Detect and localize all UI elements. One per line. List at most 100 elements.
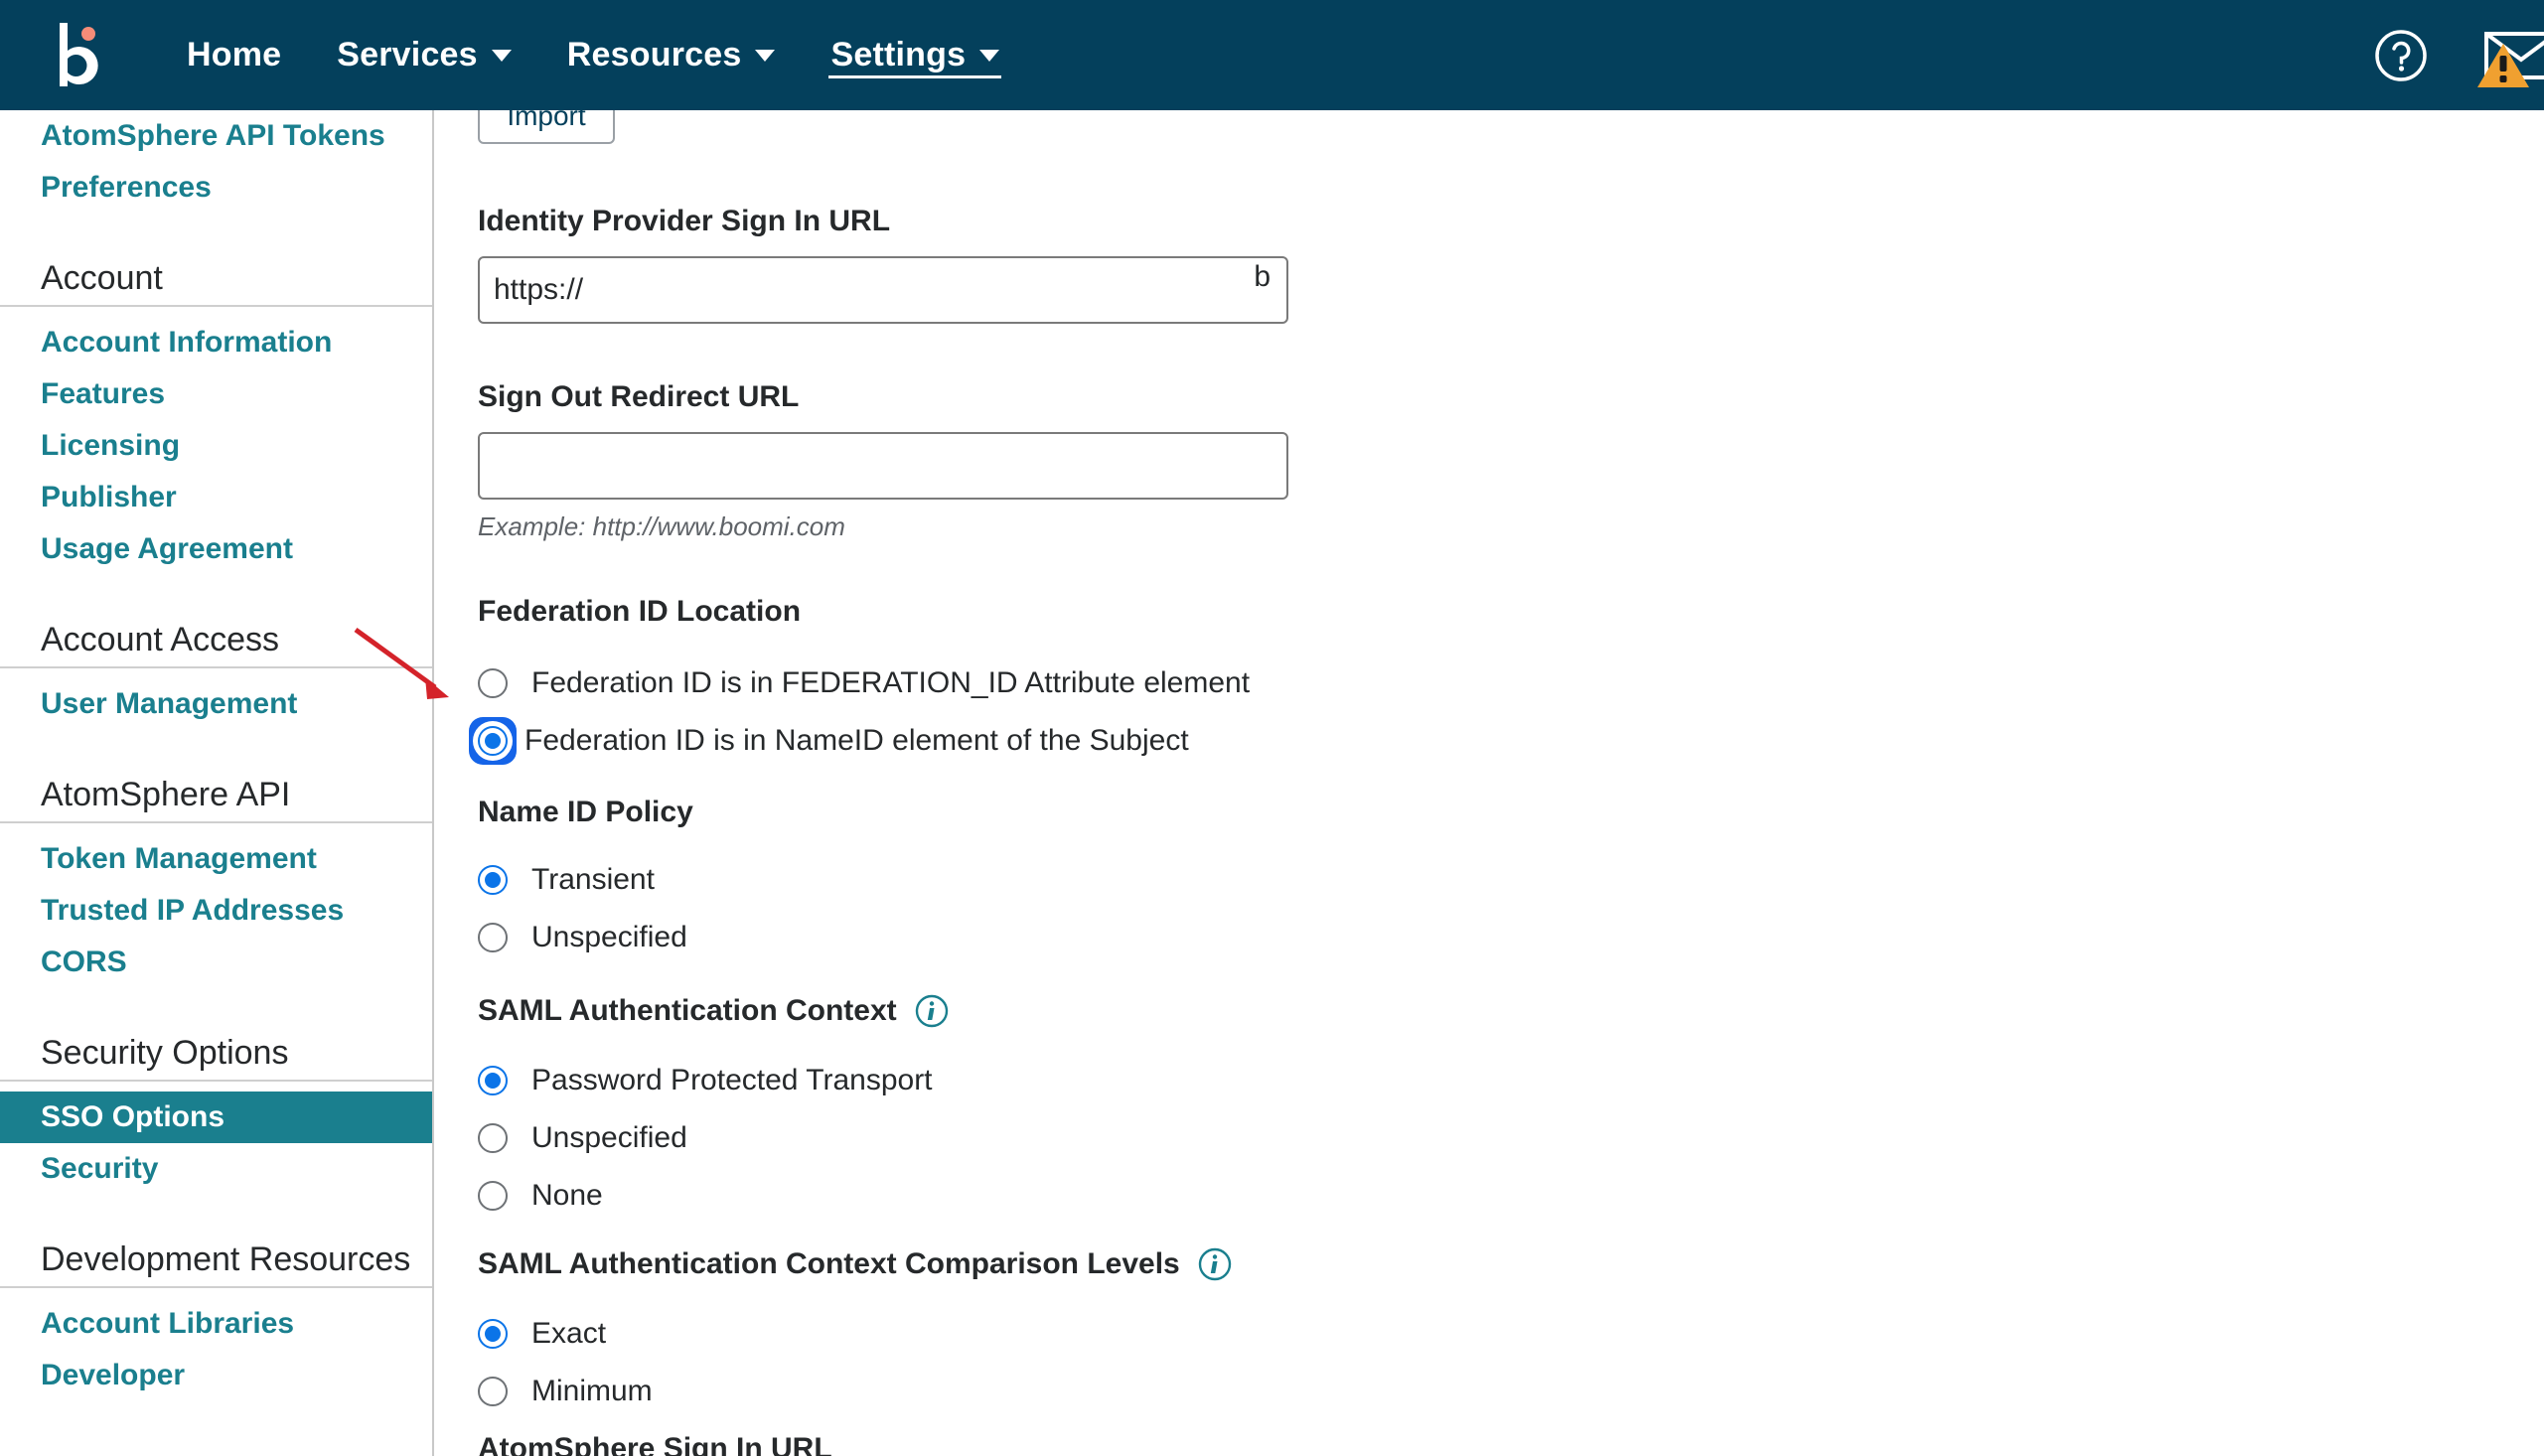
- radio-nameid-unspecified-wrap[interactable]: [478, 923, 508, 952]
- saml-comparison-levels-group: SAML Authentication Context Comparison L…: [478, 1247, 1232, 1416]
- sidebar-group-account-access: User Management: [0, 668, 432, 730]
- nav-item-services-label: Services: [337, 36, 478, 73]
- sidebar-item-sso-options[interactable]: SSO Options: [0, 1092, 432, 1143]
- top-navigation-bar: Home Services Resources Settings: [0, 0, 2544, 110]
- nav-item-list: Home Services Resources Settings: [159, 0, 1027, 110]
- top-right-icons: [2373, 0, 2544, 110]
- radio-federation-attribute-label[interactable]: Federation ID is in FEDERATION_ID Attrib…: [531, 666, 1250, 700]
- saml-comparison-levels-title-text: SAML Authentication Context Comparison L…: [478, 1247, 1180, 1280]
- nav-item-home-label: Home: [187, 36, 282, 73]
- nav-item-settings[interactable]: Settings: [803, 0, 1027, 110]
- radio-row-exact[interactable]: Exact: [478, 1309, 1232, 1359]
- nav-item-home[interactable]: Home: [159, 0, 309, 110]
- saml-comparison-levels-label: SAML Authentication Context Comparison L…: [478, 1247, 1232, 1281]
- radio-saml-none-wrap[interactable]: [478, 1181, 508, 1211]
- sidebar-header-atomsphere-api: AtomSphere API: [0, 768, 432, 823]
- radio-federation-nameid[interactable]: [478, 726, 508, 756]
- radio-row-minimum[interactable]: Minimum: [478, 1367, 1232, 1416]
- radio-federation-nameid-wrap[interactable]: [471, 719, 515, 763]
- federation-id-location-title-text: Federation ID Location: [478, 595, 802, 628]
- sidebar-item-security[interactable]: Security: [0, 1143, 432, 1195]
- radio-federation-attribute-wrap[interactable]: [478, 668, 508, 698]
- radio-row-saml-none[interactable]: None: [478, 1171, 949, 1221]
- sidebar-item-trusted-ip-addresses[interactable]: Trusted IP Addresses: [0, 885, 432, 937]
- import-button[interactable]: Import: [478, 110, 615, 144]
- signout-redirect-url-input[interactable]: [478, 432, 1288, 500]
- radio-transient-label[interactable]: Transient: [531, 863, 655, 897]
- nav-item-resources[interactable]: Resources: [539, 0, 804, 110]
- name-id-policy-group: Name ID Policy Transient Unspecified: [478, 796, 693, 962]
- sidebar-item-atomsphere-api-tokens[interactable]: AtomSphere API Tokens: [0, 110, 432, 162]
- nav-item-resources-label: Resources: [566, 36, 742, 73]
- radio-saml-none-label[interactable]: None: [531, 1179, 603, 1213]
- sidebar-item-features[interactable]: Features: [0, 368, 432, 420]
- radio-row-password-protected-transport[interactable]: Password Protected Transport: [478, 1056, 949, 1105]
- info-icon[interactable]: [1198, 1247, 1232, 1281]
- sidebar-item-token-management[interactable]: Token Management: [0, 833, 432, 885]
- warning-triangle-icon: [2477, 43, 2529, 87]
- radio-saml-unspecified[interactable]: [478, 1123, 508, 1153]
- info-icon[interactable]: [915, 994, 949, 1028]
- sidebar-item-cors[interactable]: CORS: [0, 937, 432, 988]
- signout-redirect-url-label: Sign Out Redirect URL: [478, 380, 800, 413]
- radio-exact-wrap[interactable]: [478, 1319, 508, 1349]
- sidebar-header-security-options: Security Options: [0, 1026, 432, 1082]
- name-id-policy-title-text: Name ID Policy: [478, 796, 693, 828]
- radio-exact-label[interactable]: Exact: [531, 1317, 606, 1351]
- sso-options-panel: Import Identity Provider Sign In URL b S…: [436, 110, 2544, 1456]
- radio-password-protected-transport-wrap[interactable]: [478, 1066, 508, 1095]
- radio-transient[interactable]: [478, 865, 508, 895]
- sidebar-item-account-information[interactable]: Account Information: [0, 317, 432, 368]
- saml-auth-context-group: SAML Authentication Context Password Pro…: [478, 994, 949, 1221]
- signout-redirect-url-field: Sign Out Redirect URL Example: http://ww…: [478, 380, 1288, 542]
- radio-federation-nameid-label[interactable]: Federation ID is in NameID element of th…: [524, 724, 1189, 758]
- radio-federation-attribute[interactable]: [478, 668, 508, 698]
- radio-password-protected-transport[interactable]: [478, 1066, 508, 1095]
- chevron-down-icon: [755, 49, 776, 62]
- radio-row-federation-nameid[interactable]: Federation ID is in NameID element of th…: [471, 716, 1250, 766]
- chevron-down-icon: [491, 49, 512, 62]
- envelope-icon[interactable]: [2477, 26, 2544, 87]
- radio-minimum-label[interactable]: Minimum: [531, 1375, 653, 1408]
- radio-saml-unspecified-wrap[interactable]: [478, 1123, 508, 1153]
- radio-row-federation-attribute[interactable]: Federation ID is in FEDERATION_ID Attrib…: [478, 658, 1250, 708]
- sidebar-item-licensing[interactable]: Licensing: [0, 420, 432, 472]
- saml-auth-context-title-text: SAML Authentication Context: [478, 994, 897, 1027]
- radio-minimum-wrap[interactable]: [478, 1377, 508, 1406]
- sidebar-item-publisher[interactable]: Publisher: [0, 472, 432, 523]
- sidebar-header-development-resources: Development Resources: [0, 1233, 432, 1288]
- name-id-policy-label: Name ID Policy: [478, 796, 693, 829]
- radio-exact[interactable]: [478, 1319, 508, 1349]
- sidebar-header-account: Account: [0, 251, 432, 307]
- radio-nameid-unspecified[interactable]: [478, 923, 508, 952]
- radio-saml-unspecified-label[interactable]: Unspecified: [531, 1121, 687, 1155]
- identity-provider-signin-url-label: Identity Provider Sign In URL: [478, 205, 891, 237]
- radio-row-nameid-unspecified[interactable]: Unspecified: [478, 913, 693, 962]
- chevron-down-icon: [979, 49, 1000, 62]
- sidebar-item-account-libraries[interactable]: Account Libraries: [0, 1298, 432, 1350]
- radio-transient-wrap[interactable]: [478, 865, 508, 895]
- sidebar-item-developer[interactable]: Developer: [0, 1350, 432, 1401]
- sidebar-item-usage-agreement[interactable]: Usage Agreement: [0, 523, 432, 575]
- sidebar-group-security-options: SSO Options Security: [0, 1082, 432, 1195]
- radio-row-transient[interactable]: Transient: [478, 855, 693, 905]
- identity-provider-signin-url-input[interactable]: [478, 256, 1288, 324]
- identity-provider-signin-url-field: Identity Provider Sign In URL b: [478, 205, 1288, 324]
- signout-redirect-url-hint: Example: http://www.boomi.com: [478, 511, 845, 541]
- sidebar-group-account: Account Information Features Licensing P…: [0, 307, 432, 575]
- boomi-logo[interactable]: [46, 17, 123, 94]
- boomi-logo-glyph: [60, 22, 98, 86]
- radio-minimum[interactable]: [478, 1377, 508, 1406]
- nav-item-services[interactable]: Services: [309, 0, 539, 110]
- sidebar-item-preferences[interactable]: Preferences: [0, 162, 432, 214]
- radio-nameid-unspecified-label[interactable]: Unspecified: [531, 921, 687, 954]
- federation-id-location-label: Federation ID Location: [478, 595, 1250, 629]
- sidebar-item-user-management[interactable]: User Management: [0, 678, 432, 730]
- question-circle-icon[interactable]: [2373, 28, 2429, 83]
- radio-row-saml-unspecified[interactable]: Unspecified: [478, 1113, 949, 1163]
- nav-item-settings-label: Settings: [830, 36, 967, 73]
- saml-auth-context-label: SAML Authentication Context: [478, 994, 949, 1028]
- settings-sidebar: AtomSphere API Tokens Preferences Accoun…: [0, 110, 434, 1456]
- radio-saml-none[interactable]: [478, 1181, 508, 1211]
- radio-password-protected-transport-label[interactable]: Password Protected Transport: [531, 1064, 933, 1097]
